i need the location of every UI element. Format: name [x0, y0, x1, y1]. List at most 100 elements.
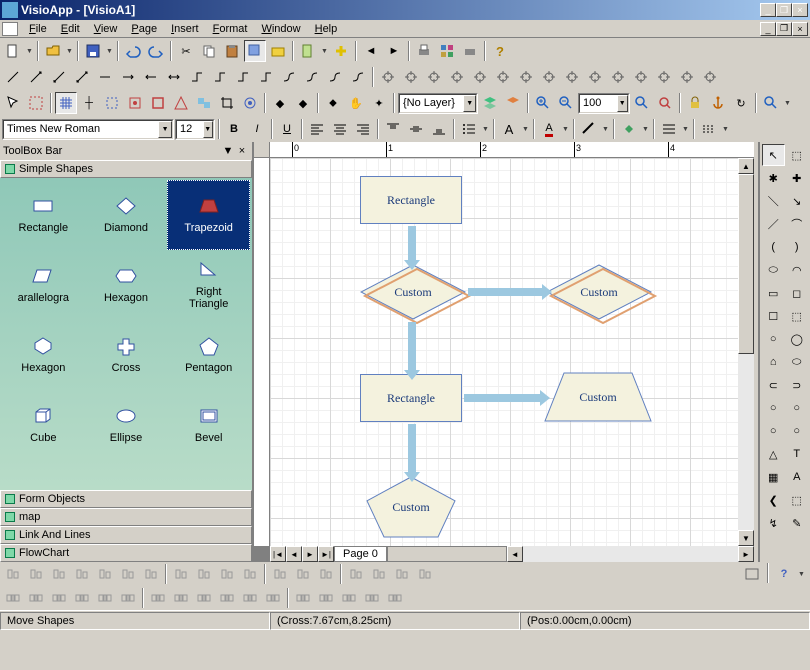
shape-hex2[interactable]: Hexagon: [2, 320, 85, 390]
underline-icon[interactable]: U: [276, 118, 298, 140]
toolbox-close-icon[interactable]: ×: [235, 144, 249, 158]
align-tool-17[interactable]: [414, 563, 436, 585]
distribute-tool-8[interactable]: [193, 587, 215, 609]
font-increase-icon[interactable]: A: [498, 118, 520, 140]
connector-cap-3[interactable]: [446, 66, 468, 88]
align-tool-5[interactable]: [117, 563, 139, 585]
connector-arrow-0[interactable]: [2, 66, 24, 88]
shape-trapezoid[interactable]: Trapezoid: [167, 180, 250, 250]
align-tool-12[interactable]: [292, 563, 314, 585]
palette-tool-4[interactable]: ＼: [762, 190, 785, 212]
connector-arrow-2[interactable]: [48, 66, 70, 88]
palette-tool-28[interactable]: ▦: [762, 466, 785, 488]
connector-arrow-8[interactable]: [186, 66, 208, 88]
connector-cap-7[interactable]: [538, 66, 560, 88]
connector-arrow-12[interactable]: [278, 66, 300, 88]
canvas-node-diamond[interactable]: Custom: [360, 264, 466, 320]
font-color-icon[interactable]: A: [538, 118, 560, 140]
vertical-scrollbar[interactable]: ▲▼: [738, 158, 754, 546]
bullets-icon[interactable]: [458, 118, 480, 140]
palette-tool-0[interactable]: ↖: [762, 144, 785, 166]
palette-tool-33[interactable]: ✎: [786, 512, 809, 534]
connector-arrow-4[interactable]: [94, 66, 116, 88]
font-size-input[interactable]: [177, 123, 203, 135]
connector-cap-6[interactable]: [515, 66, 537, 88]
distribute-tool-4[interactable]: [94, 587, 116, 609]
align-tool-11[interactable]: [269, 563, 291, 585]
connector-cap-12[interactable]: [653, 66, 675, 88]
connector-arrow-10[interactable]: [232, 66, 254, 88]
group-form-objects[interactable]: Form Objects: [0, 490, 252, 508]
connector-cap-1[interactable]: [400, 66, 422, 88]
horizontal-scrollbar[interactable]: |◄◄►►| Page 0 ◄►: [270, 546, 754, 562]
shape-para[interactable]: arallelogra: [2, 250, 85, 320]
shape-rect[interactable]: Rectangle: [2, 180, 85, 250]
valign-bottom-icon[interactable]: [428, 118, 450, 140]
align-left-icon[interactable]: [306, 118, 328, 140]
page-tab[interactable]: Page 0: [334, 546, 387, 562]
connector-cap-2[interactable]: [423, 66, 445, 88]
distribute-tool-7[interactable]: [170, 587, 192, 609]
palette-tool-2[interactable]: ✱: [762, 167, 785, 189]
snap-to-grid-icon[interactable]: [124, 92, 146, 114]
group-link-lines[interactable]: Link And Lines: [0, 526, 252, 544]
connector-arrow-13[interactable]: [301, 66, 323, 88]
show-grid-icon[interactable]: [55, 92, 77, 114]
connector-arrow-3[interactable]: [71, 66, 93, 88]
line-pattern-icon[interactable]: [698, 118, 720, 140]
zoom-fit-icon[interactable]: [631, 92, 653, 114]
next-icon[interactable]: ►: [383, 40, 405, 62]
align-tool-6[interactable]: [140, 563, 162, 585]
palette-tool-30[interactable]: ❮: [762, 489, 785, 511]
connector-cap-5[interactable]: [492, 66, 514, 88]
add-icon[interactable]: [330, 40, 352, 62]
anchor-bottom-icon[interactable]: ◆: [292, 92, 314, 114]
canvas-node-rect[interactable]: Rectangle: [360, 176, 462, 224]
pointer-tool-icon[interactable]: [2, 92, 24, 114]
connector-arrow-15[interactable]: [347, 66, 369, 88]
palette-tool-11[interactable]: ◠: [786, 259, 809, 281]
palette-tool-18[interactable]: ⌂: [762, 351, 785, 373]
panel-icon[interactable]: [741, 563, 763, 585]
group-align-icon[interactable]: [193, 92, 215, 114]
connector-cap-8[interactable]: [561, 66, 583, 88]
palette-tool-19[interactable]: ⬭: [786, 351, 809, 373]
palette-tool-32[interactable]: ↯: [762, 512, 785, 534]
align-tool-9[interactable]: [216, 563, 238, 585]
rotate-icon[interactable]: ↻: [730, 92, 752, 114]
new-page-icon[interactable]: [297, 40, 319, 62]
font-combo-dropdown[interactable]: ▼: [158, 121, 172, 138]
align-tool-4[interactable]: [94, 563, 116, 585]
distribute-tool-9[interactable]: [216, 587, 238, 609]
palette-tool-27[interactable]: T: [786, 443, 809, 465]
align-tool-14[interactable]: [345, 563, 367, 585]
connector-arrow-7[interactable]: [163, 66, 185, 88]
picker-icon[interactable]: ✦: [368, 92, 390, 114]
layer-combo-dropdown[interactable]: ▼: [463, 95, 476, 112]
distribute-tool-13[interactable]: [315, 587, 337, 609]
paste-icon[interactable]: [221, 40, 243, 62]
canvas-node-diamond[interactable]: Custom: [546, 264, 652, 320]
connector-arrow[interactable]: [468, 288, 544, 296]
connector-cap-13[interactable]: [676, 66, 698, 88]
align-tool-2[interactable]: [48, 563, 70, 585]
palette-tool-22[interactable]: ○: [762, 397, 785, 419]
shape-diamond[interactable]: Diamond: [85, 180, 168, 250]
connector-arrow-1[interactable]: [25, 66, 47, 88]
help-bottom-icon[interactable]: ?: [773, 563, 795, 585]
copy-icon[interactable]: [198, 40, 220, 62]
palette-tool-7[interactable]: ⌒: [786, 213, 809, 235]
connector-arrow-11[interactable]: [255, 66, 277, 88]
bold-icon[interactable]: B: [223, 118, 245, 140]
group-map[interactable]: map: [0, 508, 252, 526]
align-tool-13[interactable]: [315, 563, 337, 585]
hand-tool-icon[interactable]: ✋: [345, 92, 367, 114]
mdi-minimize-button[interactable]: _: [760, 22, 776, 36]
connector-arrow[interactable]: [464, 394, 542, 402]
save-icon[interactable]: [82, 40, 104, 62]
help-icon[interactable]: ?: [489, 40, 511, 62]
shape-ellipse[interactable]: Ellipse: [85, 390, 168, 460]
valign-top-icon[interactable]: [382, 118, 404, 140]
font-combo-input[interactable]: [4, 123, 158, 135]
layer-manage-icon[interactable]: [502, 92, 524, 114]
